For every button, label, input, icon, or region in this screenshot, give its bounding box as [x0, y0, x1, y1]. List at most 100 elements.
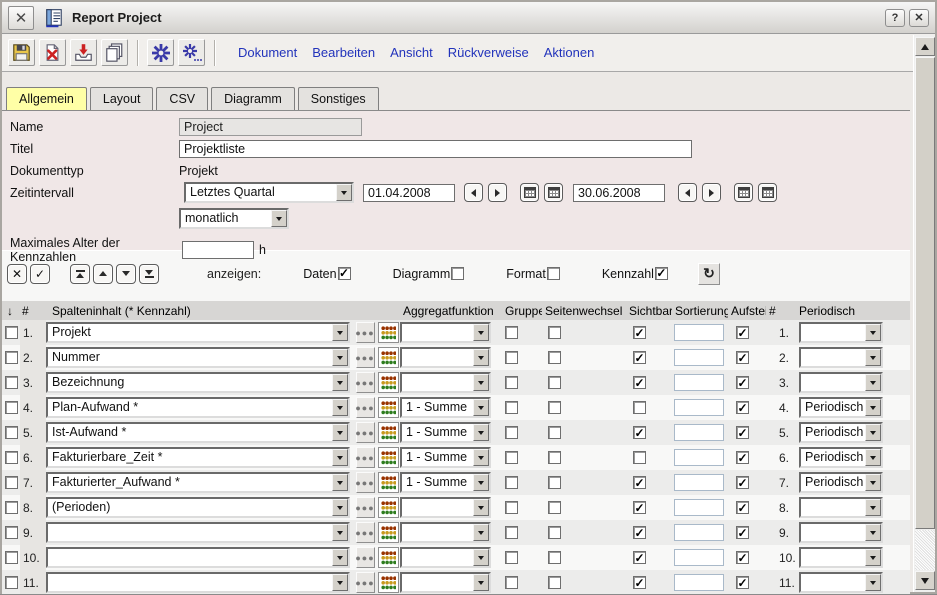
options-button[interactable]: ●●●: [356, 422, 375, 443]
aufsteigend-checkbox[interactable]: ✓: [736, 451, 749, 464]
sortierung-input[interactable]: [674, 324, 724, 341]
sort-down-icon[interactable]: ↓: [2, 304, 20, 318]
date-to-calendar2-button[interactable]: [758, 183, 777, 202]
chevron-down-icon[interactable]: [271, 210, 287, 227]
sichtbar-checkbox[interactable]: ✓: [633, 326, 646, 339]
delete-button[interactable]: [39, 39, 66, 66]
seitenwechsel-checkbox[interactable]: [548, 326, 561, 339]
row-select-checkbox[interactable]: [5, 401, 18, 414]
sichtbar-checkbox[interactable]: [633, 401, 646, 414]
chevron-down-icon[interactable]: [865, 499, 881, 516]
row-select-checkbox[interactable]: [5, 376, 18, 389]
periodisch-select[interactable]: [799, 347, 883, 368]
gruppe-checkbox[interactable]: [505, 326, 518, 339]
chevron-down-icon[interactable]: [473, 549, 489, 566]
date-to-prev-button[interactable]: [678, 183, 697, 202]
refresh-button[interactable]: ↻: [698, 263, 720, 285]
max-alter-input[interactable]: [182, 241, 254, 259]
aggregatfunktion-select[interactable]: [400, 372, 491, 393]
options-button[interactable]: ●●●: [356, 472, 375, 493]
gruppe-checkbox[interactable]: [505, 476, 518, 489]
chevron-down-icon[interactable]: [332, 499, 348, 516]
sortierung-input[interactable]: [674, 424, 724, 441]
sortierung-input[interactable]: [674, 524, 724, 541]
spalteninhalt-select[interactable]: Nummer: [46, 347, 350, 368]
format-grid-button[interactable]: [378, 422, 399, 443]
format-grid-button[interactable]: [378, 397, 399, 418]
chevron-down-icon[interactable]: [473, 499, 489, 516]
chevron-down-icon[interactable]: [865, 474, 881, 491]
chevron-down-icon[interactable]: [332, 374, 348, 391]
options-button[interactable]: ●●●: [356, 522, 375, 543]
chevron-down-icon[interactable]: [865, 349, 881, 366]
select-all-button[interactable]: ✓: [30, 264, 50, 284]
spalteninhalt-select[interactable]: [46, 547, 350, 568]
chevron-down-icon[interactable]: [332, 449, 348, 466]
periodisch-select[interactable]: [799, 547, 883, 568]
seitenwechsel-checkbox[interactable]: [548, 451, 561, 464]
seitenwechsel-checkbox[interactable]: [548, 401, 561, 414]
sortierung-input[interactable]: [674, 499, 724, 516]
tab-csv[interactable]: CSV: [156, 87, 208, 110]
sichtbar-checkbox[interactable]: ✓: [633, 476, 646, 489]
chevron-down-icon[interactable]: [332, 574, 348, 591]
tab-allgemein[interactable]: Allgemein: [6, 87, 87, 110]
vertical-scrollbar[interactable]: [913, 35, 935, 592]
daten-checkbox[interactable]: ✓: [338, 267, 351, 280]
scroll-up-button[interactable]: [915, 37, 935, 56]
gruppe-checkbox[interactable]: [505, 501, 518, 514]
spalteninhalt-select[interactable]: Ist-Aufwand *: [46, 422, 350, 443]
sichtbar-checkbox[interactable]: ✓: [633, 426, 646, 439]
gruppe-checkbox[interactable]: [505, 451, 518, 464]
seitenwechsel-checkbox[interactable]: [548, 426, 561, 439]
spalteninhalt-select[interactable]: Fakturierter_Aufwand *: [46, 472, 350, 493]
chevron-down-icon[interactable]: [473, 424, 489, 441]
chevron-down-icon[interactable]: [332, 424, 348, 441]
date-to-input[interactable]: [573, 184, 665, 202]
menu-rueckverweise[interactable]: Rückverweise: [448, 45, 529, 60]
seitenwechsel-checkbox[interactable]: [548, 476, 561, 489]
row-select-checkbox[interactable]: [5, 526, 18, 539]
date-from-calendar2-button[interactable]: [544, 183, 563, 202]
seitenwechsel-checkbox[interactable]: [548, 351, 561, 364]
date-to-next-button[interactable]: [702, 183, 721, 202]
sortierung-input[interactable]: [674, 374, 724, 391]
row-select-checkbox[interactable]: [5, 426, 18, 439]
chevron-down-icon[interactable]: [332, 399, 348, 416]
move-up-button[interactable]: [93, 264, 113, 284]
options-button[interactable]: ●●●: [356, 497, 375, 518]
tab-diagramm[interactable]: Diagramm: [211, 87, 295, 110]
seitenwechsel-checkbox[interactable]: [548, 501, 561, 514]
sichtbar-checkbox[interactable]: ✓: [633, 526, 646, 539]
chevron-down-icon[interactable]: [865, 524, 881, 541]
row-select-checkbox[interactable]: [5, 501, 18, 514]
seitenwechsel-checkbox[interactable]: [548, 551, 561, 564]
sortierung-input[interactable]: [674, 574, 724, 591]
periodisch-select[interactable]: [799, 522, 883, 543]
help-button[interactable]: ?: [885, 9, 905, 27]
options-button[interactable]: ●●●: [356, 347, 375, 368]
chevron-down-icon[interactable]: [332, 524, 348, 541]
chevron-down-icon[interactable]: [473, 449, 489, 466]
spalteninhalt-select[interactable]: [46, 522, 350, 543]
spalteninhalt-select[interactable]: Projekt: [46, 322, 350, 343]
chevron-down-icon[interactable]: [473, 524, 489, 541]
seitenwechsel-checkbox[interactable]: [548, 576, 561, 589]
titel-input[interactable]: [179, 140, 692, 158]
template-button[interactable]: [147, 39, 174, 66]
chevron-down-icon[interactable]: [473, 474, 489, 491]
gruppe-checkbox[interactable]: [505, 526, 518, 539]
chevron-down-icon[interactable]: [865, 549, 881, 566]
gruppe-checkbox[interactable]: [505, 551, 518, 564]
aufsteigend-checkbox[interactable]: ✓: [736, 351, 749, 364]
options-button[interactable]: ●●●: [356, 397, 375, 418]
menu-ansicht[interactable]: Ansicht: [390, 45, 433, 60]
chevron-down-icon[interactable]: [473, 349, 489, 366]
move-down-button[interactable]: [116, 264, 136, 284]
aggregatfunktion-select[interactable]: [400, 347, 491, 368]
chevron-down-icon[interactable]: [865, 374, 881, 391]
menu-dokument[interactable]: Dokument: [238, 45, 297, 60]
sichtbar-checkbox[interactable]: [633, 451, 646, 464]
spalteninhalt-select[interactable]: Plan-Aufwand *: [46, 397, 350, 418]
chevron-down-icon[interactable]: [473, 574, 489, 591]
